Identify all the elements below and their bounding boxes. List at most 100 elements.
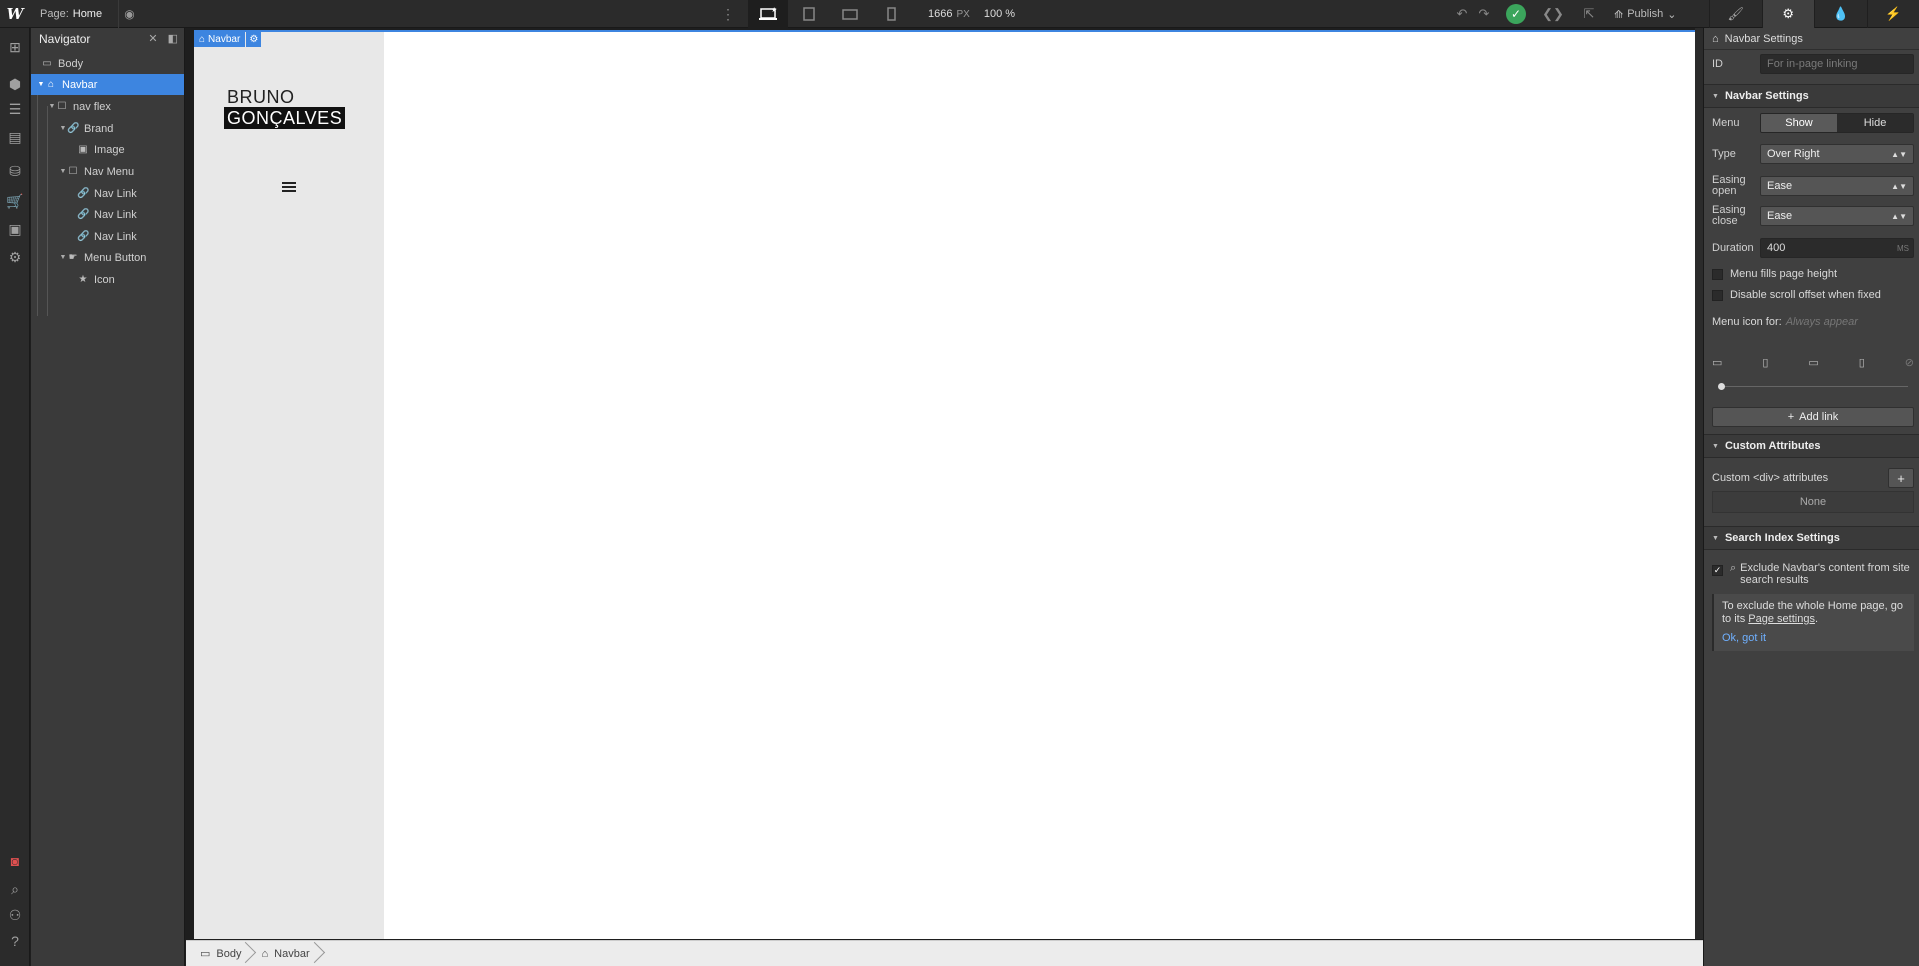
caret-down-icon[interactable]: ▼ — [59, 168, 67, 175]
id-input[interactable]: For in-page linking — [1760, 54, 1914, 74]
tree-item-nav-link[interactable]: 🔗 Nav Link — [31, 183, 184, 204]
breakpoint-tablet-icon[interactable] — [789, 0, 829, 28]
tree-item-brand[interactable]: ▼ 🔗 Brand — [31, 118, 184, 139]
type-select[interactable]: Over Right ▲▼ — [1760, 144, 1914, 164]
publish-button[interactable]: ⟰ Publish ⌄ — [1614, 0, 1677, 28]
breakpoint-desktop-icon[interactable]: ★ — [748, 0, 788, 28]
duration-row: Duration 400 MS — [1712, 238, 1914, 258]
hidden-eye-icon[interactable]: ⊘ — [1905, 356, 1914, 369]
collapse-all-icon[interactable]: ✕ — [148, 32, 157, 45]
search-index-section[interactable]: ▼ Search Index Settings — [1704, 526, 1919, 550]
exclude-row: ✓ ⌕ Exclude Navbar's content from site s… — [1712, 562, 1914, 590]
navigator-title: Navigator — [39, 32, 91, 46]
project-settings-icon[interactable]: ⚙ — [0, 244, 30, 270]
box-icon: ☐ — [57, 101, 67, 112]
breadcrumb-navbar[interactable]: ⌂ Navbar — [255, 941, 323, 966]
style-brush-icon[interactable]: 🖌 — [1709, 0, 1762, 28]
pages-icon[interactable]: ▤ — [0, 124, 30, 150]
interactions-bolt-icon[interactable]: ⚡ — [1866, 0, 1919, 28]
easing-open-select[interactable]: Ease ▲▼ — [1760, 176, 1914, 196]
zoom-level[interactable]: 100 % — [984, 8, 1015, 20]
help-icon[interactable]: ? — [0, 928, 30, 954]
home-icon: ⌂ — [1712, 32, 1719, 45]
tree-item-navbar[interactable]: ▼ ⌂ Navbar — [31, 74, 184, 95]
dock-panel-icon[interactable]: ◧ — [168, 32, 178, 45]
scroll-offset-checkbox[interactable] — [1712, 289, 1723, 301]
page-selector[interactable]: Page: Home — [40, 0, 102, 28]
tree-item-nav-link[interactable]: 🔗 Nav Link — [31, 226, 184, 247]
preview-eye-icon[interactable]: ◉ — [118, 0, 140, 28]
ok-got-it-link[interactable]: Ok, got it — [1722, 632, 1906, 645]
canvas-scrollbar[interactable] — [1695, 28, 1703, 939]
slider-handle[interactable] — [1718, 383, 1725, 390]
exclude-checkbox[interactable]: ✓ — [1712, 565, 1723, 576]
tree-item-icon[interactable]: ★ Icon — [31, 269, 184, 290]
caret-down-icon[interactable]: ▼ — [59, 254, 67, 261]
navbar-settings-section[interactable]: ▼ Navbar Settings — [1704, 84, 1919, 108]
breadcrumb-body[interactable]: ▭ Body — [194, 941, 255, 966]
square-icon: ▭ — [200, 948, 211, 960]
fills-checkbox[interactable] — [1712, 268, 1723, 280]
style-manager-drops-icon[interactable]: 💧 — [1814, 0, 1867, 28]
undo-icon[interactable]: ↶ — [1452, 0, 1472, 28]
caret-down-icon[interactable]: ▼ — [48, 103, 56, 110]
square-icon: ▭ — [42, 58, 52, 69]
caret-down-icon[interactable]: ▼ — [37, 81, 45, 88]
brand-line-1: BRUNO — [227, 87, 295, 107]
cms-database-icon[interactable]: ⛁ — [0, 158, 30, 184]
search-icon[interactable]: ⌕ — [0, 876, 30, 902]
page-label: Page: — [40, 8, 69, 20]
navbar-element[interactable]: ⌂ Navbar ⚙ BRUNO GONÇALVES — [194, 32, 384, 939]
redo-icon[interactable]: ↷ — [1474, 0, 1494, 28]
navigator-layers-icon[interactable]: ☰ — [0, 96, 30, 122]
add-attribute-plus-icon[interactable]: + — [1888, 468, 1914, 488]
caret-down-icon[interactable]: ▼ — [59, 125, 67, 132]
desktop-icon[interactable]: ▭ — [1712, 356, 1722, 369]
canvas-size: 1666 PX 100 % — [928, 0, 1015, 28]
hamburger-menu-icon[interactable] — [282, 182, 296, 194]
tree-item-image[interactable]: ▣ Image — [31, 139, 184, 160]
breakpoint-landscape-icon[interactable] — [830, 0, 870, 28]
page-name: Home — [72, 8, 103, 20]
breakpoint-mobile-icon[interactable] — [871, 0, 911, 28]
tree-item-menu-button[interactable]: ▼ ☛ Menu Button — [31, 247, 184, 268]
tree-item-nav-link[interactable]: 🔗 Nav Link — [31, 204, 184, 225]
add-elements-icon[interactable]: ⊞ — [0, 34, 30, 60]
duration-input[interactable]: 400 MS — [1760, 238, 1914, 258]
page-settings-link[interactable]: Page settings — [1748, 613, 1815, 625]
settings-gear-icon[interactable]: ⚙ — [1761, 0, 1814, 28]
webflow-designer: W Page: Home ◉ ⋮ ★ 1666 PX 100 % ↶ ↷ ✓ ❮… — [0, 0, 1919, 966]
share-icon[interactable]: ⇱ — [1576, 0, 1602, 28]
duration-label: Duration — [1712, 241, 1754, 254]
add-link-button[interactable]: + Add link — [1712, 407, 1914, 427]
video-tutorials-icon[interactable]: ⚇ — [0, 902, 30, 928]
menu-hide-button[interactable]: Hide — [1837, 114, 1913, 132]
code-export-icon[interactable]: ❮❯ — [1540, 0, 1566, 28]
menu-icon-slider[interactable] — [1720, 386, 1908, 387]
record-icon[interactable]: ◙ — [0, 848, 30, 874]
easing-close-select[interactable]: Ease ▲▼ — [1760, 206, 1914, 226]
webflow-logo[interactable]: W — [0, 0, 30, 28]
more-options-icon[interactable]: ⋮ — [720, 0, 736, 28]
canvas-width[interactable]: 1666 — [928, 8, 952, 20]
tree-item-nav-flex[interactable]: ▼ ☐ nav flex — [31, 96, 184, 117]
menu-icon-row: Menu icon for: Always appear — [1712, 314, 1914, 330]
home-icon: ⌂ — [199, 34, 206, 45]
assets-image-icon[interactable]: ▣ — [0, 216, 30, 242]
landscape-icon[interactable]: ▭ — [1808, 356, 1818, 369]
tablet-icon[interactable]: ▯ — [1762, 356, 1768, 369]
custom-attributes-section[interactable]: ▼ Custom Attributes — [1704, 434, 1919, 458]
mobile-icon[interactable]: ▯ — [1859, 356, 1865, 369]
page-canvas[interactable]: ⌂ Navbar ⚙ BRUNO GONÇALVES — [194, 30, 1695, 939]
breadcrumb: ▭ Body ⌂ Navbar — [186, 940, 1703, 966]
tree-item-body[interactable]: ▭ Body — [31, 53, 184, 74]
caret-down-icon: ▼ — [1712, 92, 1719, 100]
menu-icon-label: Menu icon for: — [1712, 316, 1782, 328]
element-settings-gear-icon[interactable]: ⚙ — [246, 32, 262, 47]
tree-item-nav-menu[interactable]: ▼ ☐ Nav Menu — [31, 161, 184, 182]
menu-show-button[interactable]: Show — [1761, 114, 1837, 132]
ecommerce-cart-icon[interactable]: 🛒 — [0, 188, 30, 214]
symbols-cube-icon[interactable]: ⬢ — [0, 71, 30, 97]
publish-rocket-icon: ⟰ — [1614, 8, 1624, 21]
brand-logo[interactable]: BRUNO GONÇALVES — [224, 87, 346, 129]
